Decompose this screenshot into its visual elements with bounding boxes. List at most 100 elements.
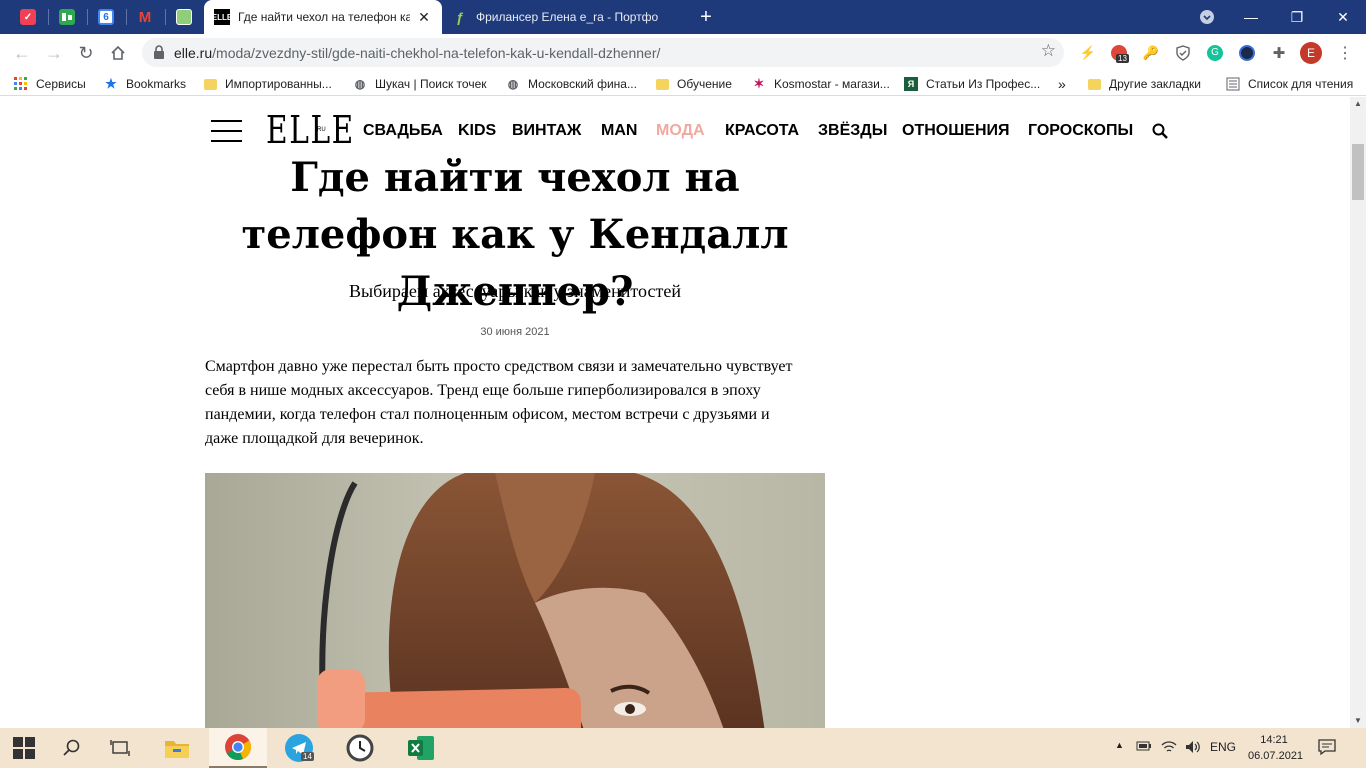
pocket-icon[interactable]: ✓ bbox=[9, 0, 47, 34]
address-bar[interactable]: elle.ru/moda/zvezdny-stil/gde-naiti-chek… bbox=[142, 38, 1064, 67]
chrome-icon[interactable] bbox=[209, 728, 267, 768]
bookmark-shukach[interactable]: ◍ Шукач | Поиск точек bbox=[353, 75, 487, 93]
lock-icon bbox=[154, 45, 164, 59]
nav-man[interactable]: MAN bbox=[601, 122, 637, 140]
kosmostar-icon: ✶ bbox=[753, 76, 765, 91]
tab-freelancer-portfolio[interactable]: ƒ Фрилансер Елена e_ra - Портфо bbox=[442, 0, 686, 34]
system-clock[interactable]: 14:21 06.07.2021 bbox=[1248, 732, 1303, 764]
reload-icon[interactable]: ↻ bbox=[74, 41, 98, 65]
new-tab-plus-icon[interactable]: + bbox=[694, 5, 718, 29]
bookmark-kosmostar[interactable]: ✶ Kosmostar - магази... bbox=[752, 75, 890, 93]
scroll-up-icon[interactable]: ▲ bbox=[1350, 97, 1366, 111]
restore-icon[interactable]: ❐ bbox=[1274, 0, 1320, 34]
bookmark-services[interactable]: Сервисы bbox=[14, 75, 86, 93]
bookmarks-overflow[interactable]: » bbox=[1058, 75, 1066, 93]
tab-title: Фрилансер Елена e_ra - Портфо bbox=[476, 10, 659, 24]
puzzle-extensions-icon[interactable]: ✚ bbox=[1268, 42, 1290, 64]
battery-icon[interactable] bbox=[1136, 740, 1152, 755]
hamburger-menu-icon[interactable] bbox=[211, 120, 242, 142]
forward-arrow-icon[interactable]: → bbox=[42, 41, 66, 65]
nav-vintage[interactable]: ВИНТАЖ bbox=[512, 122, 581, 140]
gmail-icon[interactable]: M bbox=[126, 0, 164, 34]
task-view-icon[interactable] bbox=[96, 728, 144, 768]
profile-initial: E bbox=[1300, 42, 1322, 64]
browser-toolbar: ← → ↻ elle.ru/moda/zvezdny-stil/gde-nait… bbox=[0, 34, 1366, 72]
trello-icon[interactable] bbox=[48, 0, 86, 34]
windows-start-icon[interactable] bbox=[0, 728, 48, 768]
notifications-icon[interactable] bbox=[1318, 738, 1336, 759]
apps-grid-icon bbox=[14, 77, 28, 91]
extension-badge: 13 bbox=[1116, 54, 1129, 63]
nav-kids[interactable]: KIDS bbox=[458, 122, 496, 140]
folder-icon bbox=[656, 78, 669, 90]
telegram-icon[interactable]: 14 bbox=[270, 728, 328, 768]
bookmark-bookmarks[interactable]: ★ Bookmarks bbox=[104, 75, 186, 93]
scroll-down-icon[interactable]: ▼ bbox=[1350, 714, 1366, 728]
folder-icon bbox=[204, 78, 217, 90]
scrollbar-thumb[interactable] bbox=[1352, 144, 1364, 200]
bookmark-imported[interactable]: Импортированны... bbox=[204, 75, 332, 93]
back-arrow-icon[interactable]: ← bbox=[10, 41, 34, 65]
clock-time: 14:21 bbox=[1260, 734, 1288, 746]
bookmark-moscow-finance[interactable]: ◍ Московский фина... bbox=[506, 75, 637, 93]
article-date: 30 июня 2021 bbox=[480, 326, 550, 338]
bookmark-label: Другие закладки bbox=[1109, 77, 1201, 91]
bookmark-label: Bookmarks bbox=[126, 77, 187, 91]
search-icon[interactable] bbox=[1152, 123, 1168, 139]
bookmark-other[interactable]: Другие закладки bbox=[1088, 75, 1201, 93]
kebab-menu-icon[interactable]: ⋮ bbox=[1334, 42, 1356, 64]
tray-expand-icon[interactable]: ▲ bbox=[1115, 740, 1124, 750]
article-photo bbox=[205, 473, 825, 728]
home-icon[interactable] bbox=[106, 41, 130, 65]
file-explorer-icon[interactable] bbox=[148, 728, 206, 768]
wallet-icon[interactable] bbox=[165, 0, 203, 34]
windows-taskbar: 14 ▲ ENG 14:21 06.07.2021 bbox=[0, 728, 1366, 768]
telegram-badge: 14 bbox=[301, 752, 314, 761]
grammarly-extension-icon[interactable]: G bbox=[1204, 42, 1226, 64]
window-close-icon[interactable]: ✕ bbox=[1320, 0, 1366, 34]
search-icon[interactable] bbox=[48, 728, 96, 768]
minimize-icon[interactable]: — bbox=[1228, 0, 1274, 34]
close-icon[interactable]: ✕ bbox=[416, 9, 432, 26]
page-viewport: ELLE RU СВАДЬБА KIDS ВИНТАЖ MAN МОДА КРА… bbox=[0, 97, 1350, 728]
fl-favicon-icon: ƒ bbox=[456, 9, 464, 25]
bookmark-label: Статьи Из Профес... bbox=[926, 77, 1041, 91]
timer-extension-icon[interactable] bbox=[1236, 42, 1258, 64]
page-scrollbar[interactable]: ▲ ▼ bbox=[1350, 97, 1366, 728]
reading-list[interactable]: Список для чтения bbox=[1226, 75, 1353, 93]
bookmark-label: Импортированны... bbox=[225, 77, 332, 91]
clock-app-icon[interactable] bbox=[331, 728, 389, 768]
bookmarks-bar: Сервисы ★ Bookmarks Импортированны... ◍ … bbox=[0, 72, 1366, 96]
bookmark-articles[interactable]: Я Статьи Из Профес... bbox=[904, 75, 1040, 93]
folder-icon bbox=[1088, 78, 1101, 90]
lightning-extension-icon[interactable]: ⚡ bbox=[1077, 42, 1099, 64]
bookmark-label: Сервисы bbox=[36, 77, 86, 91]
tab-title: Где найти чехол на телефон как bbox=[238, 10, 410, 24]
bookmark-star-icon[interactable]: ☆ bbox=[1041, 41, 1056, 61]
key-extension-icon[interactable]: 🔑 bbox=[1140, 42, 1162, 64]
bookmark-learning[interactable]: Обучение bbox=[656, 75, 732, 93]
nav-stars[interactable]: ЗВЁЗДЫ bbox=[818, 122, 887, 140]
nav-wedding[interactable]: СВАДЬБА bbox=[363, 122, 443, 140]
shield-extension-icon[interactable] bbox=[1172, 42, 1194, 64]
google-calendar-icon[interactable]: 6 bbox=[87, 0, 125, 34]
url-path: /moda/zvezdny-stil/gde-naiti-chekhol-na-… bbox=[212, 45, 661, 61]
nav-beauty[interactable]: КРАСОТА bbox=[725, 122, 799, 140]
nav-fashion[interactable]: МОДА bbox=[656, 122, 705, 140]
nav-relationships[interactable]: ОТНОШЕНИЯ bbox=[902, 122, 1010, 140]
tab-search-icon[interactable] bbox=[1184, 0, 1230, 34]
adblock-extension-icon[interactable]: 13 bbox=[1108, 42, 1130, 64]
input-language[interactable]: ENG bbox=[1210, 740, 1236, 754]
star-icon: ★ bbox=[105, 76, 117, 91]
url-text: elle.ru/moda/zvezdny-stil/gde-naiti-chek… bbox=[174, 45, 660, 61]
profile-avatar[interactable]: E bbox=[1300, 42, 1322, 64]
tab-elle-article[interactable]: ELLE Где найти чехол на телефон как ✕ bbox=[204, 0, 442, 34]
nav-horoscopes[interactable]: ГОРОСКОПЫ bbox=[1028, 122, 1133, 140]
bookmark-label: Kosmostar - магази... bbox=[774, 77, 890, 91]
elle-logo[interactable]: ELLE bbox=[266, 110, 355, 150]
elle-favicon-icon: ELLE bbox=[212, 9, 232, 25]
network-icon[interactable] bbox=[1161, 740, 1177, 757]
volume-icon[interactable] bbox=[1185, 740, 1201, 757]
excel-icon[interactable] bbox=[392, 728, 450, 768]
bookmark-label: Обучение bbox=[677, 77, 732, 91]
